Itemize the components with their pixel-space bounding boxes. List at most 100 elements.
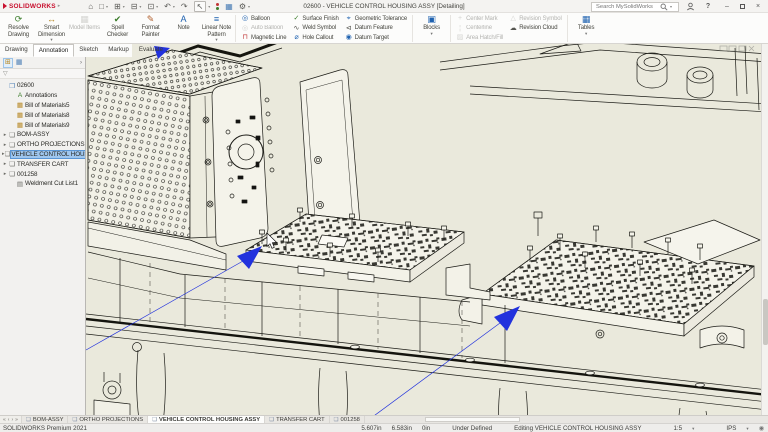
panel-flyout-icon[interactable]: › (80, 60, 82, 66)
ribbon-small-button[interactable]: ◎ Auto Balloon (238, 24, 289, 34)
doc-minimize-icon[interactable] (720, 46, 727, 51)
tree-item[interactable]: ▸ ▦ Bill of Materials5 (0, 101, 85, 111)
caret-icon[interactable]: ▾ (208, 4, 210, 9)
sheet-tab[interactable]: ❏ ORTHO PROJECTIONS (68, 416, 148, 423)
property-manager-tab-icon[interactable]: ▦ (16, 59, 23, 67)
caret-icon[interactable]: ▾ (139, 4, 141, 9)
ribbon-button-icon: ▦ (80, 15, 89, 25)
undo-icon[interactable]: ↶ (164, 2, 171, 11)
ribbon-small-button[interactable]: + Center Mark (453, 14, 506, 24)
status-options-icon[interactable]: ◉ (759, 425, 764, 432)
ribbon-tab[interactable]: Evaluate (134, 44, 168, 57)
ribbon-small-button[interactable]: ¦ Centerline (453, 24, 506, 34)
ribbon-small-button[interactable]: △ Revision Symbol (506, 14, 564, 24)
last-sheet-icon[interactable]: » (15, 417, 18, 423)
search-icon[interactable] (660, 3, 668, 11)
ribbon-tab[interactable]: Drawing (0, 44, 33, 57)
chevron-down-icon[interactable]: ▾ (50, 38, 52, 42)
horizontal-scrollbar[interactable] (365, 416, 768, 423)
drawing-viewport[interactable] (0, 0, 768, 432)
tree-root-item[interactable]: ▸ ❒ 02600 (0, 81, 85, 91)
caret-icon[interactable]: ▾ (156, 4, 158, 9)
horizontal-scrollbar-thumb[interactable] (425, 417, 520, 422)
ribbon-large-button[interactable]: ✎ Format Painter ▾ (134, 14, 167, 42)
chevron-down-icon[interactable]: ▾ (215, 38, 217, 42)
ribbon-button-label: Geometric Tolerance (355, 16, 407, 22)
ribbon-small-button[interactable]: ⊓ Magnetic Line (238, 33, 289, 43)
tree-item[interactable]: ▸ ❏ BOM-ASSY (0, 130, 85, 140)
sheet-tab[interactable]: ❏ BOM-ASSY (22, 416, 69, 423)
vertical-scrollbar[interactable] (761, 44, 768, 415)
chevron-down-icon[interactable]: ▾ (585, 32, 587, 36)
ribbon-small-button[interactable]: ✓ Surface Finish (289, 14, 341, 24)
leader-line-1[interactable] (86, 261, 243, 350)
save-icon[interactable]: ⊟ (131, 2, 138, 11)
ribbon-small-button[interactable]: ∿ Weld Symbol (289, 24, 341, 34)
select-cursor-icon[interactable]: ↖ (194, 1, 207, 12)
search-caret-icon[interactable]: ▾ (670, 4, 672, 9)
print-icon[interactable]: ⊡ (147, 2, 154, 11)
vertical-scrollbar-thumb[interactable] (763, 299, 768, 345)
minimize-button[interactable]: – (721, 3, 733, 10)
tree-item[interactable]: ▸ ❏ ORTHO PROJECTIONS (0, 140, 85, 150)
redo-icon[interactable]: ↷ (181, 2, 188, 11)
ribbon-tab[interactable]: Annotation (33, 44, 75, 57)
caret-icon[interactable]: ▾ (123, 4, 125, 9)
filter-funnel-icon[interactable]: ▽ (3, 70, 8, 77)
ribbon-large-button[interactable]: A Note ▾ (167, 14, 200, 42)
ribbon-large-button[interactable]: ≡ Linear Note Pattern ▾ (200, 14, 233, 42)
doc-close-icon[interactable] (749, 46, 754, 51)
unit-system[interactable]: IPS▾ (716, 425, 748, 432)
home-icon[interactable]: ⌂ (88, 2, 93, 11)
tree-item[interactable]: ▸ ▦ Bill of Materials8 (0, 110, 85, 120)
ribbon-large-button[interactable]: ▣ Blocks ▾ (415, 14, 448, 36)
next-sheet-icon[interactable]: › (11, 417, 13, 423)
tree-filter-row[interactable]: ▽ (0, 69, 85, 79)
tree-item[interactable]: ▸ A Annotations (0, 91, 85, 101)
new-document-icon[interactable]: □ (99, 2, 104, 11)
performance-stoplight-icon[interactable] (216, 3, 219, 10)
caret-icon[interactable]: ▾ (248, 4, 250, 9)
caret-icon[interactable]: ▾ (173, 4, 175, 9)
close-button[interactable]: × (752, 3, 764, 10)
tree-item[interactable]: ▸ ❏ VEHICLE CONTROL HOUSING AS (0, 150, 85, 160)
help-icon[interactable]: ? (702, 3, 714, 10)
user-account-icon[interactable] (686, 2, 695, 11)
ribbon-small-button[interactable]: ⌖ Geometric Tolerance (342, 14, 410, 24)
tree-item[interactable]: ▸ ▦ Bill of Materials9 (0, 120, 85, 130)
ribbon-large-button[interactable]: ✔ Spell Checker ▾ (101, 14, 134, 42)
open-icon[interactable]: ⊞ (114, 2, 121, 11)
search-box[interactable]: ▾ (591, 2, 679, 12)
leader-arrowhead-2[interactable] (494, 306, 520, 331)
ribbon-small-button[interactable]: ⊲ Datum Feature (342, 24, 410, 34)
ribbon-small-button[interactable]: ▨ Area Hatch/Fill (453, 33, 506, 43)
ribbon-tab[interactable]: Sketch (74, 44, 103, 57)
sheet-tab[interactable]: ❏ 001258 (330, 416, 365, 423)
tree-item[interactable]: ▸ ❏ TRANSFER CART (0, 159, 85, 169)
ribbon-large-button[interactable]: ▦ Tables ▾ (570, 14, 603, 36)
sheet-scale[interactable]: 1:5▾ (663, 425, 694, 432)
sheet-tab[interactable]: ❏ TRANSFER CART (265, 416, 329, 423)
tree-item[interactable]: ▸ ▤ Weldment Cut List1 (0, 179, 85, 189)
caret-icon[interactable]: ▾ (106, 4, 108, 9)
search-input[interactable] (594, 3, 658, 11)
display-settings-icon[interactable]: ▦ (225, 2, 233, 11)
ribbon-large-button[interactable]: ▦ Model Items ▾ (68, 14, 101, 42)
ribbon-small-button[interactable]: ◎ Balloon (238, 14, 289, 24)
ribbon-small-button[interactable]: ◉ Datum Target (342, 33, 410, 43)
options-gear-icon[interactable]: ⚙ (239, 2, 246, 11)
prev-sheet-icon[interactable]: ‹ (8, 417, 10, 423)
ribbon-small-button[interactable]: ☁ Revision Cloud (506, 24, 564, 34)
chevron-down-icon[interactable]: ▾ (430, 32, 432, 36)
sheet-tab-label: VEHICLE CONTROL HOUSING ASSY (159, 417, 260, 423)
restore-button[interactable] (740, 4, 745, 9)
flyout-icon[interactable]: ▸ (58, 3, 61, 9)
ribbon-tab[interactable]: Markup (103, 44, 134, 57)
ribbon-large-button[interactable]: ↔ Smart Dimension ▾ (35, 14, 68, 42)
sheet-tab[interactable]: ❏ VEHICLE CONTROL HOUSING ASSY (148, 416, 265, 423)
feature-tree-tab-icon[interactable]: ⊞ (3, 58, 13, 68)
first-sheet-icon[interactable]: « (3, 417, 6, 423)
ribbon-small-button[interactable]: ⌀ Hole Callout (289, 33, 341, 43)
tree-item[interactable]: ▸ ❏ 001258 (0, 169, 85, 179)
ribbon-large-button[interactable]: ⟳ Resolve Drawing ▾ (2, 14, 35, 42)
